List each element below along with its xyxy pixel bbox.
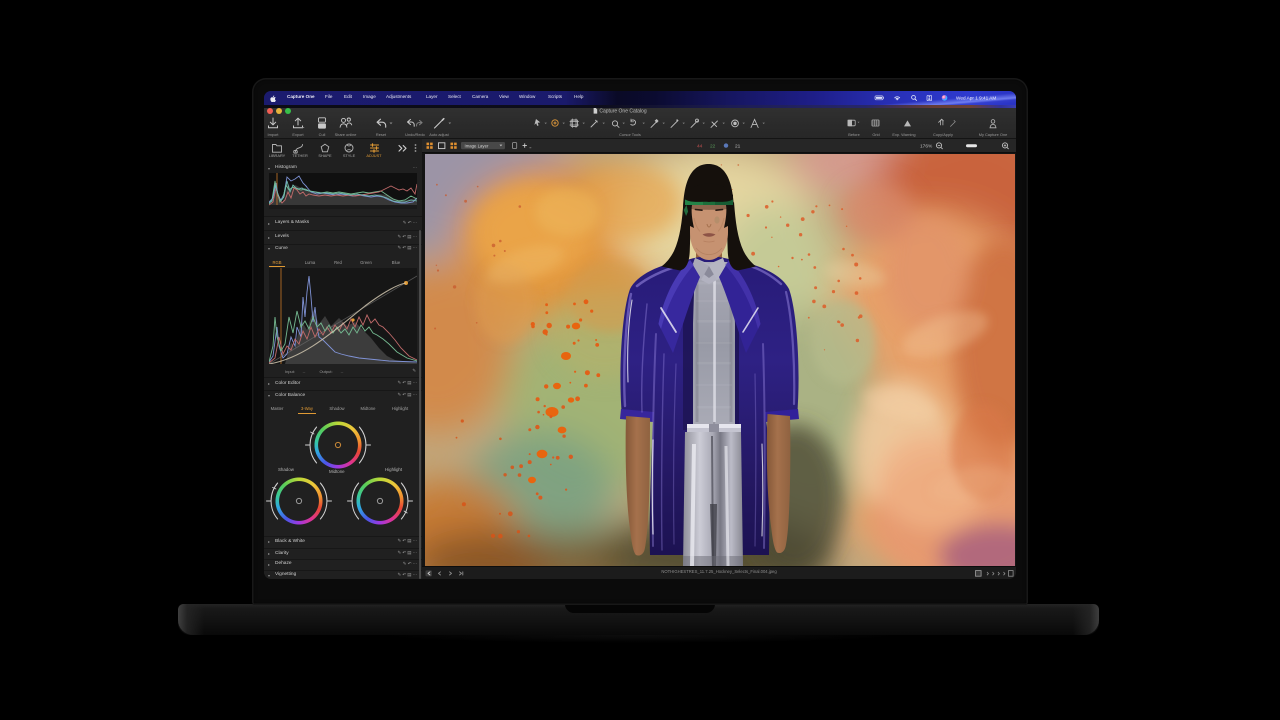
svg-text:Midtone: Midtone [329, 469, 345, 474]
svg-text:22: 22 [710, 144, 716, 150]
svg-text:Wed Apr 1 9:41 AM: Wed Apr 1 9:41 AM [956, 96, 996, 101]
svg-text:Highlight: Highlight [385, 467, 403, 472]
svg-text:21: 21 [735, 144, 741, 150]
svg-text:Image Layer: Image Layer [465, 143, 489, 148]
svg-text:44: 44 [697, 144, 703, 150]
svg-text:Shadow: Shadow [278, 467, 295, 472]
svg-text:176%: 176% [920, 144, 933, 150]
